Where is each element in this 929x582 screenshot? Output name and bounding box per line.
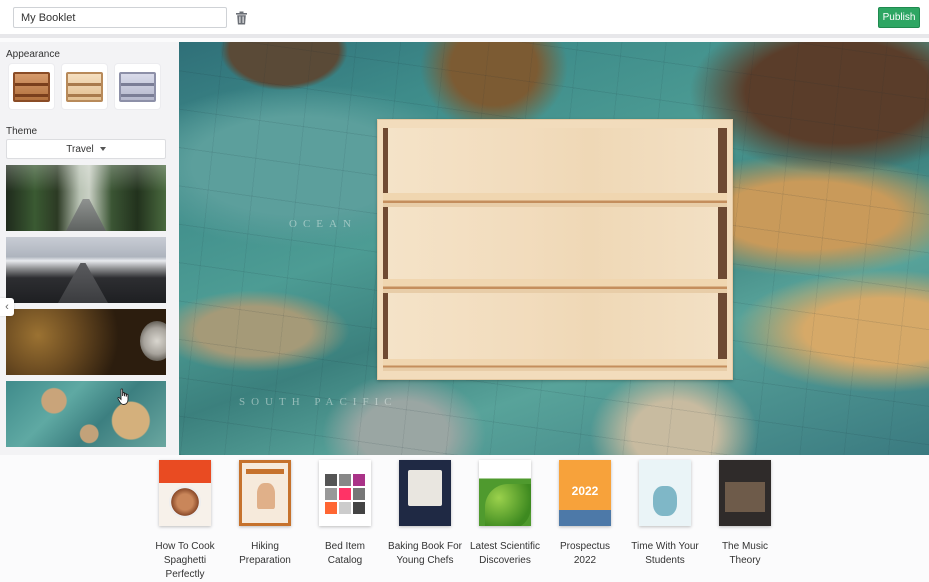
book-title: Prospectus 2022	[559, 541, 611, 566]
shelf-style-wood-dark[interactable]	[9, 64, 54, 109]
shelf-frame	[383, 128, 727, 371]
map-label: SOUTH PACIFIC	[239, 396, 398, 408]
theme-selected-value: Travel	[66, 143, 94, 155]
book-item[interactable]: Hiking Preparation	[228, 460, 302, 568]
book-cover[interactable]	[239, 460, 291, 526]
sidebar-collapse-toggle[interactable]: ‹	[0, 298, 14, 316]
top-bar: Publish	[0, 0, 929, 38]
book-item[interactable]: Time With Your Students	[628, 460, 702, 568]
theme-label: Theme	[6, 126, 38, 137]
bookshelf	[377, 119, 733, 380]
book-item[interactable]: Bed Item Catalog	[308, 460, 382, 568]
theme-dropdown[interactable]: Travel	[6, 139, 166, 159]
book-item[interactable]: Baking Book For Young Chefs	[388, 460, 462, 568]
bookshelf-canvas: OCEAN SOUTH PACIFIC	[179, 42, 929, 455]
publish-button[interactable]: Publish	[878, 7, 920, 28]
appearance-label: Appearance	[6, 49, 60, 60]
book-title: Latest Scientific Discoveries	[469, 541, 541, 566]
trash-icon[interactable]	[235, 11, 248, 25]
book-gallery: How To Cook Spaghetti Perfectly Hiking P…	[0, 455, 929, 582]
map-label: OCEAN	[289, 218, 357, 230]
booklet-name-input[interactable]	[13, 7, 227, 28]
theme-image-forest-road[interactable]	[6, 165, 166, 231]
chevron-left-icon: ‹	[5, 301, 9, 313]
shelf-style-wood-light[interactable]	[62, 64, 107, 109]
book-item[interactable]: Latest Scientific Discoveries	[468, 460, 542, 568]
book-title: Hiking Preparation	[239, 541, 291, 566]
book-item[interactable]: The Music Theory	[708, 460, 782, 568]
book-cover[interactable]	[479, 460, 531, 526]
book-title: Bed Item Catalog	[324, 541, 366, 566]
caret-down-icon	[99, 147, 106, 151]
shelf-board	[383, 279, 727, 293]
book-cover[interactable]	[159, 460, 211, 526]
shelf-board	[383, 359, 727, 371]
hand-cursor-icon	[117, 388, 129, 405]
theme-image-snowy-road[interactable]	[6, 237, 166, 303]
book-cover[interactable]	[719, 460, 771, 526]
book-item[interactable]: How To Cook Spaghetti Perfectly	[148, 460, 222, 582]
book-title: Baking Book For Young Chefs	[388, 541, 462, 566]
book-cover[interactable]	[319, 460, 371, 526]
book-title: Time With Your Students	[631, 541, 699, 566]
book-cover[interactable]	[399, 460, 451, 526]
book-item[interactable]: Prospectus 2022	[548, 460, 622, 568]
book-title: The Music Theory	[721, 541, 769, 566]
book-cover[interactable]	[639, 460, 691, 526]
theme-image-vintage-clock[interactable]	[6, 309, 166, 375]
book-cover[interactable]	[559, 460, 611, 526]
shelf-board	[383, 193, 727, 207]
shelf-style-silver[interactable]	[115, 64, 160, 109]
theme-image-world-map[interactable]	[6, 381, 166, 447]
book-title: How To Cook Spaghetti Perfectly	[155, 541, 215, 580]
